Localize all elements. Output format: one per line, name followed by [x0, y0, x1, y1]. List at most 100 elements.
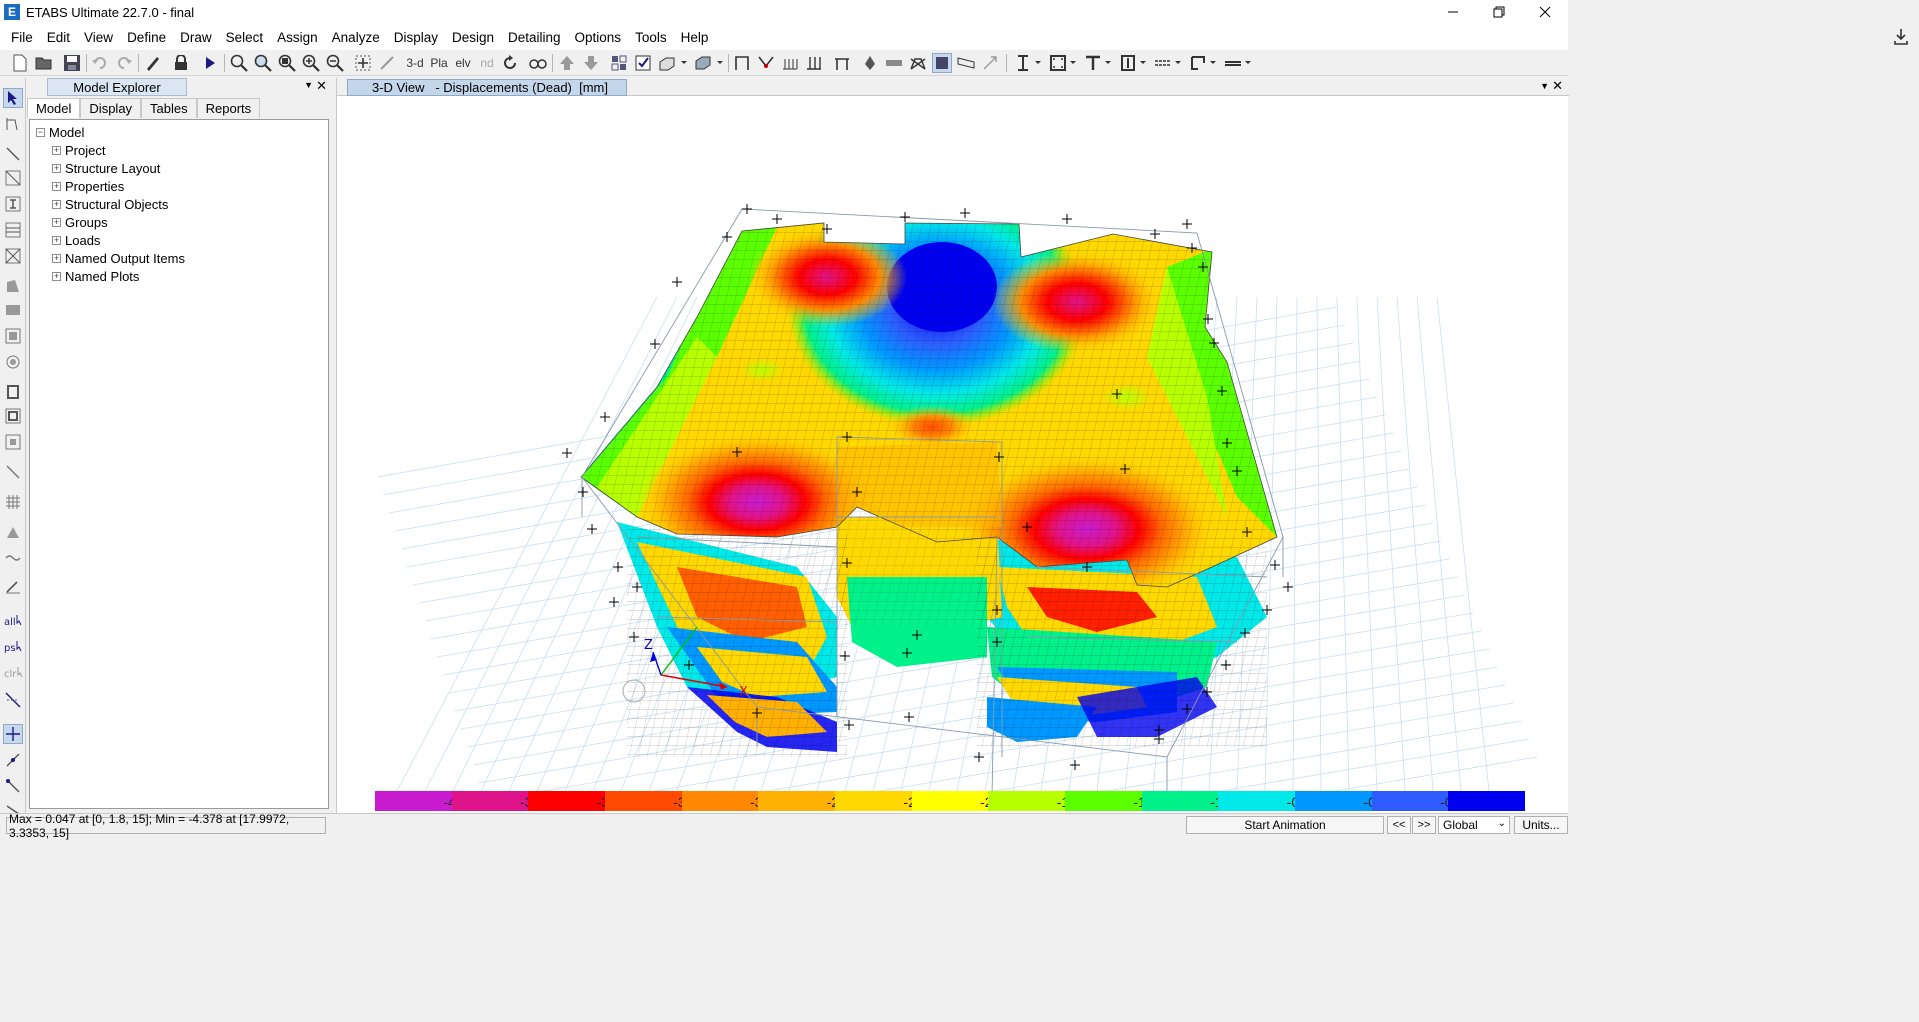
snap-points-icon[interactable]: [3, 724, 23, 744]
plan-view-button[interactable]: Pla: [428, 53, 450, 73]
tree-item[interactable]: + Named Plots: [30, 267, 328, 285]
building-view-dropdown[interactable]: [679, 53, 689, 73]
expand-icon[interactable]: +: [52, 217, 61, 227]
menu-assign[interactable]: Assign: [270, 30, 325, 45]
draw-column-icon[interactable]: [804, 53, 824, 73]
draw-area-icon[interactable]: [3, 276, 23, 296]
intersecting-line-icon[interactable]: [3, 690, 23, 710]
object-shrink-dropdown[interactable]: [715, 53, 725, 73]
dimension-icon[interactable]: [980, 53, 1000, 73]
zoom-window-icon[interactable]: [229, 53, 249, 73]
elevation-view-button[interactable]: elv: [452, 53, 474, 73]
restore-button[interactable]: [1476, 0, 1522, 24]
select-grid-icon[interactable]: [609, 53, 629, 73]
3d-view-button[interactable]: 3-d: [404, 53, 426, 73]
save-icon[interactable]: [62, 53, 82, 73]
menu-display[interactable]: Display: [387, 30, 445, 45]
wall-section-dropdown[interactable]: [1208, 53, 1218, 73]
menu-select[interactable]: Select: [219, 30, 271, 45]
previous-button[interactable]: <<: [1387, 816, 1411, 834]
deck-section-icon[interactable]: [1223, 53, 1243, 73]
column-section-icon[interactable]: [1118, 53, 1138, 73]
menu-define[interactable]: Define: [120, 30, 173, 45]
quick-draw-wall-icon[interactable]: [3, 406, 23, 426]
displacement-contour-view[interactable]: Z X: [337, 97, 1569, 791]
collapse-icon[interactable]: −: [36, 127, 45, 137]
tab-display[interactable]: Display: [80, 98, 142, 118]
next-button[interactable]: >>: [1412, 816, 1436, 834]
quick-draw-secondary-icon[interactable]: [3, 220, 23, 240]
menu-options[interactable]: Options: [568, 30, 629, 45]
close-button[interactable]: [1522, 0, 1568, 24]
draw-deck-icon[interactable]: [884, 53, 904, 73]
quick-draw-brace-icon[interactable]: [3, 246, 23, 266]
expand-icon[interactable]: +: [52, 181, 61, 191]
snap-line-icon[interactable]: [3, 750, 23, 770]
menu-view[interactable]: View: [77, 30, 120, 45]
tree-item[interactable]: + Groups: [30, 213, 328, 231]
view-tab-3d[interactable]: 3-D View - Displacements (Dead) [mm]: [347, 79, 627, 96]
draw-grid-icon[interactable]: [3, 492, 23, 512]
view-close-icon[interactable]: ✕: [1552, 78, 1563, 94]
expand-icon[interactable]: +: [52, 163, 61, 173]
pin-dropdown-icon[interactable]: ▼: [304, 80, 313, 90]
deck-section-dropdown[interactable]: [1243, 53, 1253, 73]
menu-design[interactable]: Design: [445, 30, 501, 45]
tree-item[interactable]: + Properties: [30, 177, 328, 195]
draw-line-icon[interactable]: [3, 144, 23, 164]
draw-frame-icon[interactable]: [732, 53, 752, 73]
open-file-icon[interactable]: [34, 53, 54, 73]
quick-draw-floor-icon[interactable]: [3, 352, 23, 372]
slab-section-dropdown[interactable]: [1173, 53, 1183, 73]
units-button[interactable]: Units...: [1514, 816, 1568, 834]
new-file-icon[interactable]: [10, 53, 30, 73]
draw-beam-icon[interactable]: [780, 53, 800, 73]
wireframe-view-icon[interactable]: [956, 53, 976, 73]
draw-dimension-icon[interactable]: [3, 576, 23, 596]
minimize-button[interactable]: [1430, 0, 1476, 24]
view-dropdown-icon[interactable]: ▼: [1540, 81, 1549, 91]
i-section-dropdown[interactable]: [1033, 53, 1043, 73]
zoom-extent-icon[interactable]: [277, 53, 297, 73]
pan-icon[interactable]: [353, 53, 373, 73]
lock-icon[interactable]: [171, 53, 191, 73]
draw-slab-icon[interactable]: [860, 53, 880, 73]
tab-reports[interactable]: Reports: [196, 98, 261, 118]
download-icon[interactable]: [1893, 28, 1909, 46]
t-beam-dropdown[interactable]: [1103, 53, 1113, 73]
object-shrink-icon[interactable]: [693, 53, 713, 73]
i-section-icon[interactable]: [1013, 53, 1033, 73]
nd-view-button[interactable]: nd: [476, 53, 498, 73]
draw-wall-tool-icon[interactable]: [3, 382, 23, 402]
tree-item[interactable]: + Structural Objects: [30, 195, 328, 213]
menu-detailing[interactable]: Detailing: [501, 30, 568, 45]
close-icon[interactable]: ✕: [316, 78, 327, 94]
model-tree[interactable]: − Model + Project + Structure Layout + Proper…: [29, 119, 329, 809]
slab-section-icon[interactable]: [1153, 53, 1173, 73]
quick-draw-beam-icon[interactable]: [3, 168, 23, 188]
menu-edit[interactable]: Edit: [40, 30, 77, 45]
tree-item[interactable]: + Project: [30, 141, 328, 159]
t-beam-icon[interactable]: [1083, 53, 1103, 73]
draw-rect-area-icon[interactable]: [3, 300, 23, 320]
redo-icon[interactable]: [114, 53, 134, 73]
draw-wave-icon[interactable]: [3, 548, 23, 568]
set-display-options-icon[interactable]: [633, 53, 653, 73]
perspective-icon[interactable]: [528, 53, 548, 73]
zoom-restore-icon[interactable]: [253, 53, 273, 73]
expand-icon[interactable]: +: [52, 253, 61, 263]
expand-icon[interactable]: +: [52, 235, 61, 245]
tab-model[interactable]: Model: [27, 98, 81, 118]
zoom-out-icon[interactable]: [325, 53, 345, 73]
pointer-icon[interactable]: [3, 88, 23, 108]
wall-section-icon[interactable]: [1188, 53, 1208, 73]
expand-icon[interactable]: +: [52, 271, 61, 281]
menu-analyze[interactable]: Analyze: [325, 30, 387, 45]
draw-brace-icon[interactable]: [756, 53, 776, 73]
quick-draw-area-icon[interactable]: [3, 326, 23, 346]
draw-opening-icon[interactable]: [908, 53, 928, 73]
undo-icon[interactable]: [90, 53, 110, 73]
draw-wall-icon[interactable]: [832, 53, 852, 73]
tab-tables[interactable]: Tables: [141, 98, 197, 118]
start-animation-button[interactable]: Start Animation: [1186, 816, 1384, 834]
